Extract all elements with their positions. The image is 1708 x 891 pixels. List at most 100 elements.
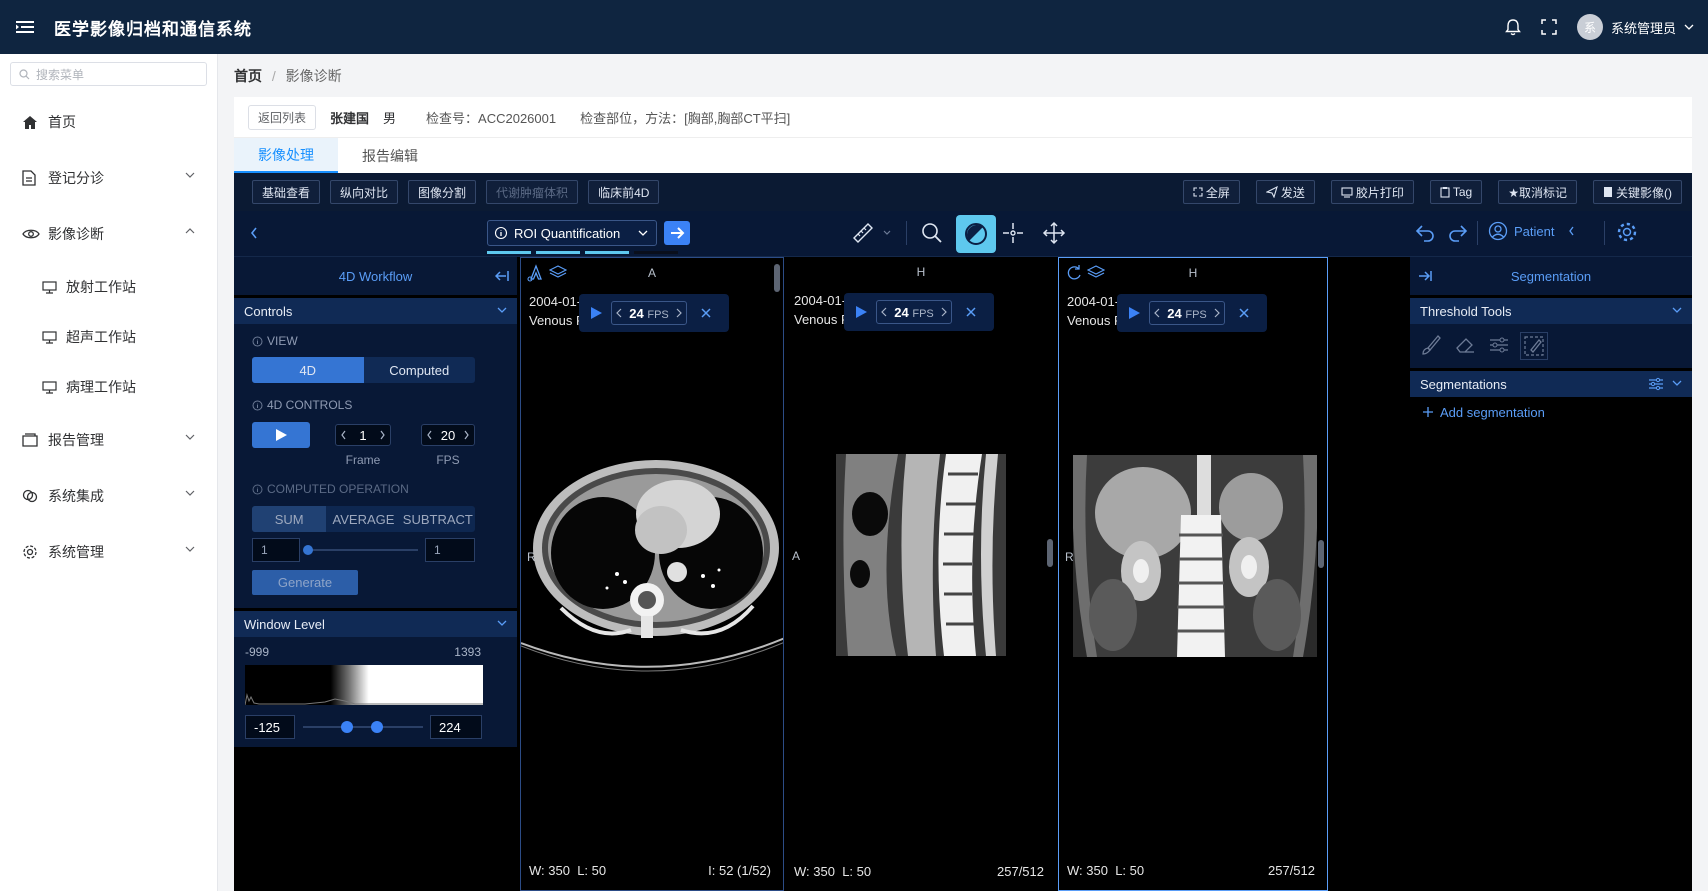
- play-icon[interactable]: [1127, 306, 1141, 320]
- back-to-list-button[interactable]: 返回列表: [248, 104, 317, 130]
- operation-sum[interactable]: SUM: [252, 506, 327, 532]
- chevron-left-icon[interactable]: [881, 307, 887, 317]
- threshold-tools-header[interactable]: Threshold Tools: [1410, 298, 1692, 324]
- close-icon[interactable]: [966, 307, 976, 317]
- gear-icon[interactable]: [1616, 221, 1638, 243]
- redo-icon[interactable]: [1447, 221, 1469, 243]
- crosshair-icon[interactable]: [1001, 221, 1025, 245]
- chevron-right-icon[interactable]: [676, 308, 682, 318]
- generate-button[interactable]: Generate: [252, 570, 358, 595]
- window-level-icon[interactable]: [956, 215, 996, 253]
- roi-go-button[interactable]: [664, 221, 690, 245]
- viewport-scrollbar[interactable]: [1318, 540, 1324, 568]
- chevron-right-icon[interactable]: [463, 430, 470, 440]
- hamburger-menu-icon[interactable]: [16, 19, 38, 35]
- sidebar-subitem-pathology[interactable]: 病理工作站: [0, 362, 217, 412]
- operation-subtract[interactable]: SUBTRACT: [401, 506, 475, 532]
- unmark-button[interactable]: ★取消标记: [1498, 180, 1577, 204]
- sliders-icon[interactable]: [1488, 334, 1510, 356]
- view-option-computed[interactable]: Computed: [364, 357, 476, 383]
- play-icon[interactable]: [854, 305, 868, 319]
- segmentations-header[interactable]: Segmentations: [1410, 371, 1692, 397]
- sidebar-item-system[interactable]: 系统管理: [0, 524, 217, 580]
- brush-icon[interactable]: [1420, 334, 1442, 356]
- sidebar-item-registration[interactable]: 登记分诊: [0, 150, 217, 206]
- collapse-panel-icon[interactable]: [495, 270, 509, 282]
- fps-label: FPS: [436, 453, 460, 467]
- image-segmentation-button[interactable]: 图像分割: [408, 180, 477, 204]
- window-level-section-header[interactable]: Window Level: [234, 611, 517, 637]
- fps-unit: FPS: [912, 307, 934, 320]
- preclinical-4d-button[interactable]: 临床前4D: [588, 180, 660, 204]
- viewport-axial[interactable]: A 2004-01- Venous P 24 FPS R W: 350 L: 5…: [520, 257, 784, 891]
- send-button[interactable]: 发送: [1255, 180, 1315, 204]
- play-icon[interactable]: [589, 306, 603, 320]
- add-segmentation-button[interactable]: Add segmentation: [1410, 397, 1692, 427]
- basic-view-button[interactable]: 基础查看: [252, 180, 321, 204]
- eraser-icon[interactable]: [1454, 334, 1476, 356]
- sidebar-item-diagnosis[interactable]: 影像诊断: [0, 206, 217, 262]
- close-icon[interactable]: [1239, 308, 1249, 318]
- chevron-left-icon[interactable]: [616, 308, 622, 318]
- viewport-sagittal[interactable]: H 2004-01- Venous P 24 FPS A W: 350 L: 5…: [786, 257, 1056, 891]
- search-input[interactable]: 搜索菜单: [10, 62, 207, 86]
- range-slider-track[interactable]: [306, 549, 418, 551]
- chevron-down-icon[interactable]: [883, 230, 891, 236]
- sidebar-item-home[interactable]: 首页: [0, 94, 217, 150]
- ruler-icon[interactable]: [851, 221, 875, 245]
- range-slider-handle[interactable]: [303, 545, 313, 555]
- fps-stepper[interactable]: 24 FPS: [1149, 301, 1225, 325]
- sidebar-item-reports[interactable]: 报告管理: [0, 412, 217, 468]
- chevron-right-icon[interactable]: [379, 430, 386, 440]
- view-option-4d[interactable]: 4D: [252, 357, 364, 383]
- chevron-left-icon[interactable]: [250, 227, 258, 239]
- chevron-left-icon[interactable]: [340, 430, 347, 440]
- viewport-scrollbar[interactable]: [1047, 539, 1053, 567]
- play-button[interactable]: [252, 422, 310, 448]
- tab-image-processing[interactable]: 影像处理: [234, 138, 338, 173]
- range-end-input[interactable]: 1: [425, 538, 475, 562]
- window-high-input[interactable]: 224: [430, 715, 482, 739]
- chevron-right-icon[interactable]: [1214, 308, 1220, 318]
- viewport-coronal[interactable]: H 2004-01- Venous P 24 FPS R W: 350 L: 5…: [1058, 257, 1328, 891]
- range-start-input[interactable]: 1: [252, 538, 300, 562]
- tab-report-editing[interactable]: 报告编辑: [338, 138, 442, 173]
- user-menu[interactable]: 系 系统管理员: [1576, 14, 1694, 40]
- viewport-scrollbar[interactable]: [774, 264, 780, 292]
- tag-button[interactable]: Tag: [1429, 180, 1483, 204]
- window-level-slider-track[interactable]: [303, 726, 423, 728]
- metabolic-tumor-volume-button[interactable]: 代谢肿瘤体积: [486, 180, 579, 204]
- film-print-button[interactable]: 胶片打印: [1330, 180, 1414, 204]
- breadcrumb-home[interactable]: 首页: [234, 68, 262, 84]
- chevron-right-icon[interactable]: [941, 307, 947, 317]
- expand-panel-icon[interactable]: [1418, 270, 1432, 282]
- pan-icon[interactable]: [1042, 221, 1066, 245]
- window-level-high-handle[interactable]: [371, 721, 384, 733]
- close-icon[interactable]: [701, 308, 711, 318]
- fps-stepper[interactable]: 20: [421, 424, 475, 446]
- key-image-button[interactable]: 关键影像(): [1593, 180, 1682, 204]
- roi-quantification-select[interactable]: ROI Quantification: [487, 220, 657, 246]
- fullscreen-icon[interactable]: [1541, 19, 1557, 35]
- frame-label: Frame: [345, 453, 381, 467]
- controls-section-header[interactable]: Controls: [234, 298, 517, 324]
- fps-stepper[interactable]: 24 FPS: [876, 300, 952, 324]
- sidebar-subitem-ultrasound[interactable]: 超声工作站: [0, 312, 217, 362]
- chevron-left-icon[interactable]: [1154, 308, 1160, 318]
- undo-icon[interactable]: [1414, 221, 1436, 243]
- window-low-input[interactable]: -125: [245, 715, 295, 739]
- patient-info-toggle[interactable]: Patient: [1488, 221, 1575, 241]
- sidebar-item-integration[interactable]: 系统集成: [0, 468, 217, 524]
- chevron-left-icon[interactable]: [426, 430, 433, 440]
- zoom-icon[interactable]: [920, 221, 944, 245]
- bell-icon[interactable]: [1505, 18, 1521, 36]
- longitudinal-compare-button[interactable]: 纵向对比: [330, 180, 399, 204]
- frame-stepper[interactable]: 1: [335, 424, 391, 446]
- window-level-low-handle[interactable]: [341, 721, 354, 733]
- settings-sliders-icon[interactable]: [1648, 377, 1664, 391]
- fps-stepper[interactable]: 24 FPS: [611, 301, 687, 325]
- operation-average[interactable]: AVERAGE: [326, 506, 400, 532]
- fullscreen-button[interactable]: 全屏: [1182, 180, 1240, 204]
- threshold-select-icon[interactable]: [1520, 332, 1548, 360]
- sidebar-subitem-radiology[interactable]: 放射工作站: [0, 262, 217, 312]
